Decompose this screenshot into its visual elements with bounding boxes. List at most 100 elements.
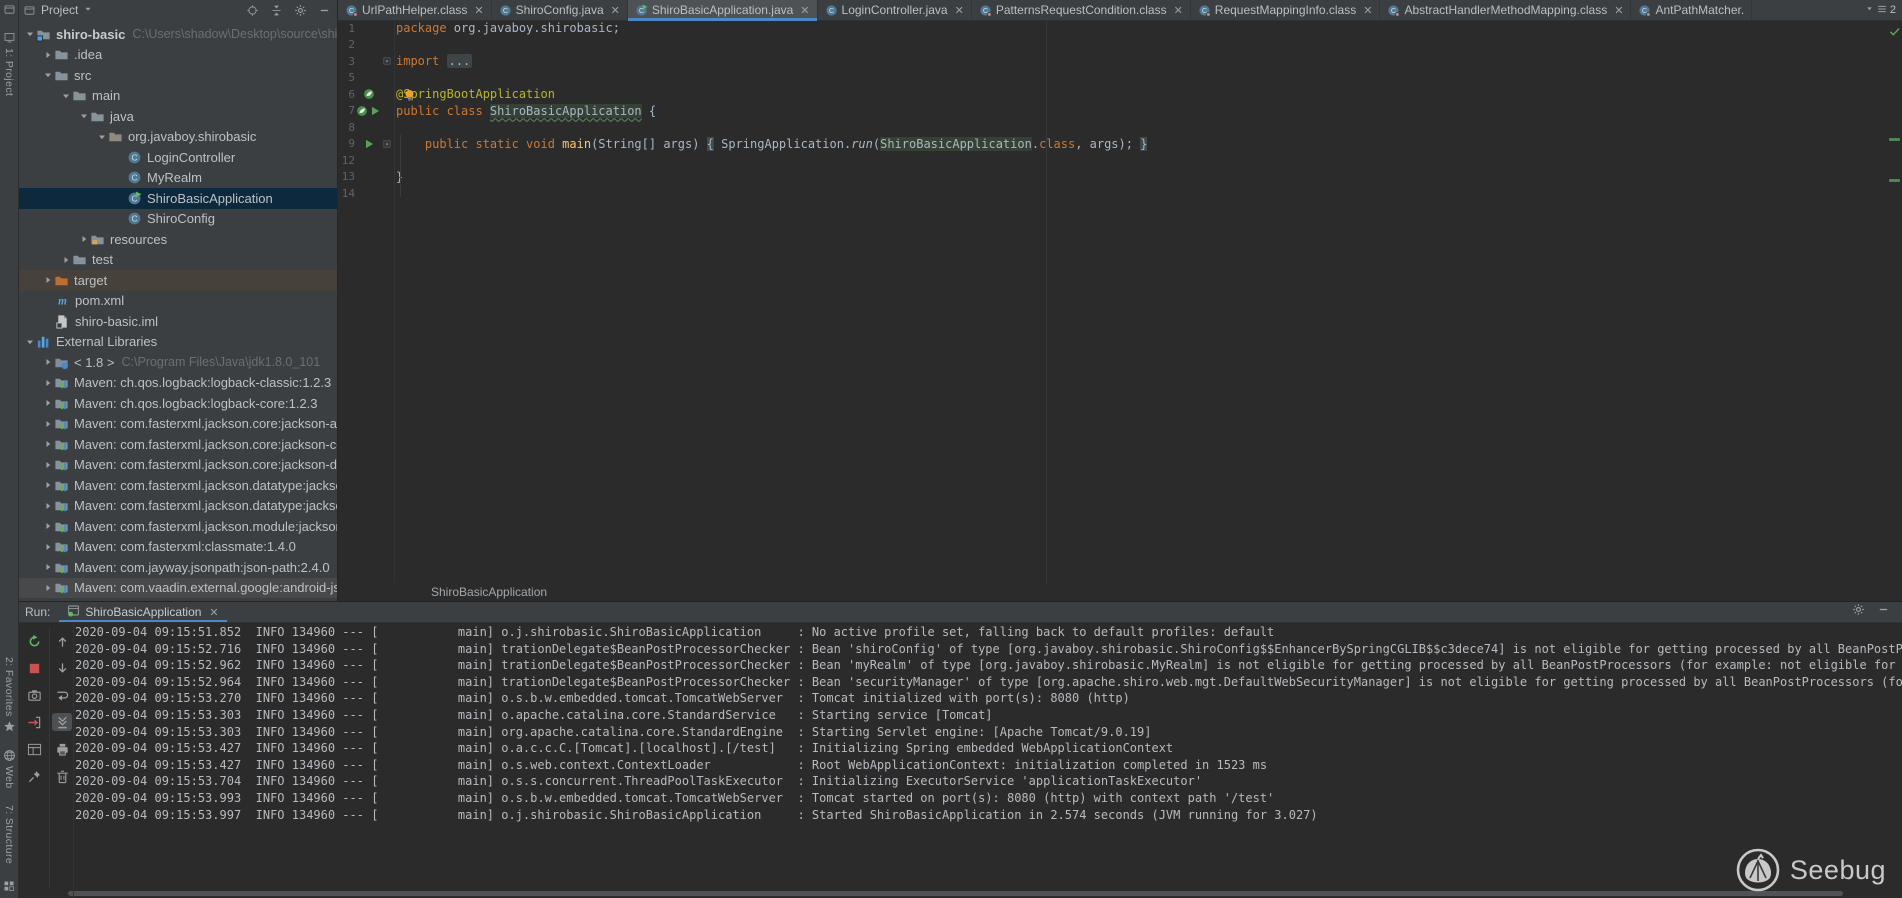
error-stripe-mark[interactable]	[1889, 138, 1900, 141]
scrollbar-thumb[interactable]	[68, 891, 1843, 896]
tree-item-maven-com-jayway-jsonpath-json-path-2-4-0[interactable]: Maven: com.jayway.jsonpath:json-path:2.4…	[18, 557, 337, 578]
gear-button[interactable]	[1852, 603, 1865, 621]
tree-item-external-libraries[interactable]: External Libraries	[18, 332, 337, 353]
tree-item-shiroconfig[interactable]: CShiroConfig	[18, 209, 337, 230]
tree-item-maven-com-fasterxml-jackson-module-jackson[interactable]: Maven: com.fasterxml.jackson.module:jack…	[18, 516, 337, 537]
stripe-corner[interactable]	[3, 3, 16, 21]
tree-expand-icon[interactable]	[42, 582, 54, 594]
tree-collapse-icon[interactable]	[24, 28, 36, 40]
tab-urlpathhelper-class[interactable]: CUrlPathHelper.class✕	[338, 0, 492, 20]
tree-collapse-icon[interactable]	[24, 336, 36, 348]
code-line[interactable]	[396, 119, 1888, 136]
close-tab-icon[interactable]: ✕	[474, 4, 483, 17]
tree-collapse-icon[interactable]	[96, 131, 108, 143]
rerun-button[interactable]	[24, 632, 44, 650]
tree-expand-icon[interactable]	[42, 541, 54, 553]
tree-item-shiro-basic-iml[interactable]: shiro-basic.iml	[18, 311, 337, 332]
layout-button[interactable]	[24, 740, 44, 758]
code-area[interactable]: package org.javaboy.shirobasic; import ..…	[396, 20, 1888, 583]
tab-requestmappinginfo-class[interactable]: CRequestMappingInfo.class✕	[1191, 0, 1381, 20]
code-line[interactable]: package org.javaboy.shirobasic;	[396, 20, 1888, 37]
tree-expand-icon[interactable]	[42, 356, 54, 368]
spring-bean-icon[interactable]	[363, 88, 375, 100]
intention-bulb-icon[interactable]	[403, 88, 416, 101]
code-line[interactable]: public class ShiroBasicApplication {	[396, 103, 1888, 120]
tool-window-icon[interactable]	[3, 3, 16, 16]
collapse-all-button[interactable]	[268, 2, 284, 18]
run-line-marker-icon[interactable]	[363, 138, 375, 150]
tab-antpathmatcher[interactable]: CAntPathMatcher.	[1631, 0, 1752, 20]
console-output[interactable]: 2020-09-04 09:15:51.852 INFO 134960 --- …	[75, 624, 1902, 888]
editor-breadcrumb[interactable]: ShiroBasicApplication	[338, 583, 1902, 601]
tree-expand-icon[interactable]	[42, 500, 54, 512]
tree-item-org-javaboy-shirobasic[interactable]: org.javaboy.shirobasic	[18, 127, 337, 148]
tree-expand-icon[interactable]	[42, 459, 54, 471]
tree-expand-icon[interactable]	[42, 561, 54, 573]
tree-item-maven-com-fasterxml-jackson-core-jackson-ann[interactable]: Maven: com.fasterxml.jackson.core:jackso…	[18, 414, 337, 435]
tree-item-main[interactable]: main	[18, 86, 337, 107]
camera-button[interactable]	[24, 686, 44, 704]
spring-bean-icon[interactable]	[356, 105, 368, 117]
code-line[interactable]	[396, 70, 1888, 87]
close-tab-icon[interactable]: ✕	[955, 4, 964, 17]
tree-item-myrealm[interactable]: CMyRealm	[18, 168, 337, 189]
softwrap-button[interactable]	[52, 686, 72, 704]
tree-expand-icon[interactable]	[60, 254, 72, 266]
tree-item-pom-xml[interactable]: mpom.xml	[18, 291, 337, 312]
stripe-button-project[interactable]: 1: Project	[3, 31, 16, 96]
stripe-grid-icon[interactable]	[3, 880, 15, 892]
project-panel-title[interactable]: Project	[41, 3, 78, 17]
code-line[interactable]	[396, 152, 1888, 169]
tree-expand-icon[interactable]	[78, 233, 90, 245]
tree-item-maven-com-fasterxml-jackson-datatype-jackson[interactable]: Maven: com.fasterxml.jackson.datatype:ja…	[18, 496, 337, 517]
tree-expand-icon[interactable]	[42, 418, 54, 430]
code-line[interactable]	[396, 37, 1888, 54]
pin-button[interactable]	[24, 767, 44, 785]
tree-expand-icon[interactable]	[42, 377, 54, 389]
tree-item-maven-com-fasterxml-classmate-1-4-0[interactable]: Maven: com.fasterxml:classmate:1.4.0	[18, 537, 337, 558]
tree-expand-icon[interactable]	[42, 520, 54, 532]
inspections-indicator[interactable]	[1888, 25, 1901, 43]
tab-logincontroller-java[interactable]: CLoginController.java✕	[818, 0, 972, 20]
tree-item-maven-com-fasterxml-jackson-datatype-jackson[interactable]: Maven: com.fasterxml.jackson.datatype:ja…	[18, 475, 337, 496]
up-button[interactable]	[52, 632, 72, 650]
tree-item-target[interactable]: target	[18, 270, 337, 291]
close-tab-icon[interactable]: ✕	[1614, 4, 1623, 17]
gear-button[interactable]	[292, 2, 308, 18]
close-tab-icon[interactable]: ✕	[1363, 4, 1372, 17]
scroll-end-button[interactable]	[52, 713, 72, 731]
stop-button[interactable]	[24, 659, 44, 677]
trash-button[interactable]	[52, 767, 72, 785]
close-tab-icon[interactable]: ✕	[611, 4, 620, 17]
hide-button[interactable]	[316, 2, 332, 18]
tree-item-maven-ch-qos-logback-logback-classic-1-2-3[interactable]: Maven: ch.qos.logback:logback-classic:1.…	[18, 373, 337, 394]
close-tab-icon[interactable]: ✕	[1174, 4, 1183, 17]
stripe-button-7-structure[interactable]: 7: Structure	[3, 805, 15, 864]
error-stripe-mark[interactable]	[1889, 179, 1900, 182]
tab-shirobasicapplication-java[interactable]: CShiroBasicApplication.java✕	[628, 0, 818, 20]
editor[interactable]: 12356789121314 package org.javaboy.shiro…	[338, 20, 1902, 601]
tree-item-maven-ch-qos-logback-logback-core-1-2-3[interactable]: Maven: ch.qos.logback:logback-core:1.2.3	[18, 393, 337, 414]
stripe-button-2-favorites[interactable]: 2: Favorites	[3, 657, 16, 734]
tab-overflow-button[interactable]: 2	[1859, 0, 1902, 20]
tree-collapse-icon[interactable]	[42, 69, 54, 81]
tree-expand-icon[interactable]	[42, 479, 54, 491]
breadcrumb-class[interactable]: ShiroBasicApplication	[431, 585, 547, 599]
tree-expand-icon[interactable]	[42, 274, 54, 286]
stripe-button-web[interactable]: Web	[3, 749, 16, 789]
code-line[interactable]	[396, 185, 1888, 202]
tree-item-java[interactable]: java	[18, 106, 337, 127]
run-line-marker-icon[interactable]	[369, 105, 381, 117]
code-line[interactable]: import ...	[396, 53, 1888, 70]
tree-item-logincontroller[interactable]: CLoginController	[18, 147, 337, 168]
code-line[interactable]: }	[396, 169, 1888, 186]
close-run-tab-icon[interactable]: ✕	[209, 606, 218, 619]
project-view-caret[interactable]	[83, 1, 93, 19]
down-button[interactable]	[52, 659, 72, 677]
tree-item-idea[interactable]: .idea	[18, 45, 337, 66]
close-tab-icon[interactable]: ✕	[800, 4, 809, 17]
code-line[interactable]: @SpringBootApplication	[396, 86, 1888, 103]
tree-item-maven-com-vaadin-external-google-android-js[interactable]: Maven: com.vaadin.external.google:androi…	[18, 578, 337, 599]
code-line[interactable]: public static void main(String[] args) {…	[396, 136, 1888, 153]
tree-expand-icon[interactable]	[42, 438, 54, 450]
